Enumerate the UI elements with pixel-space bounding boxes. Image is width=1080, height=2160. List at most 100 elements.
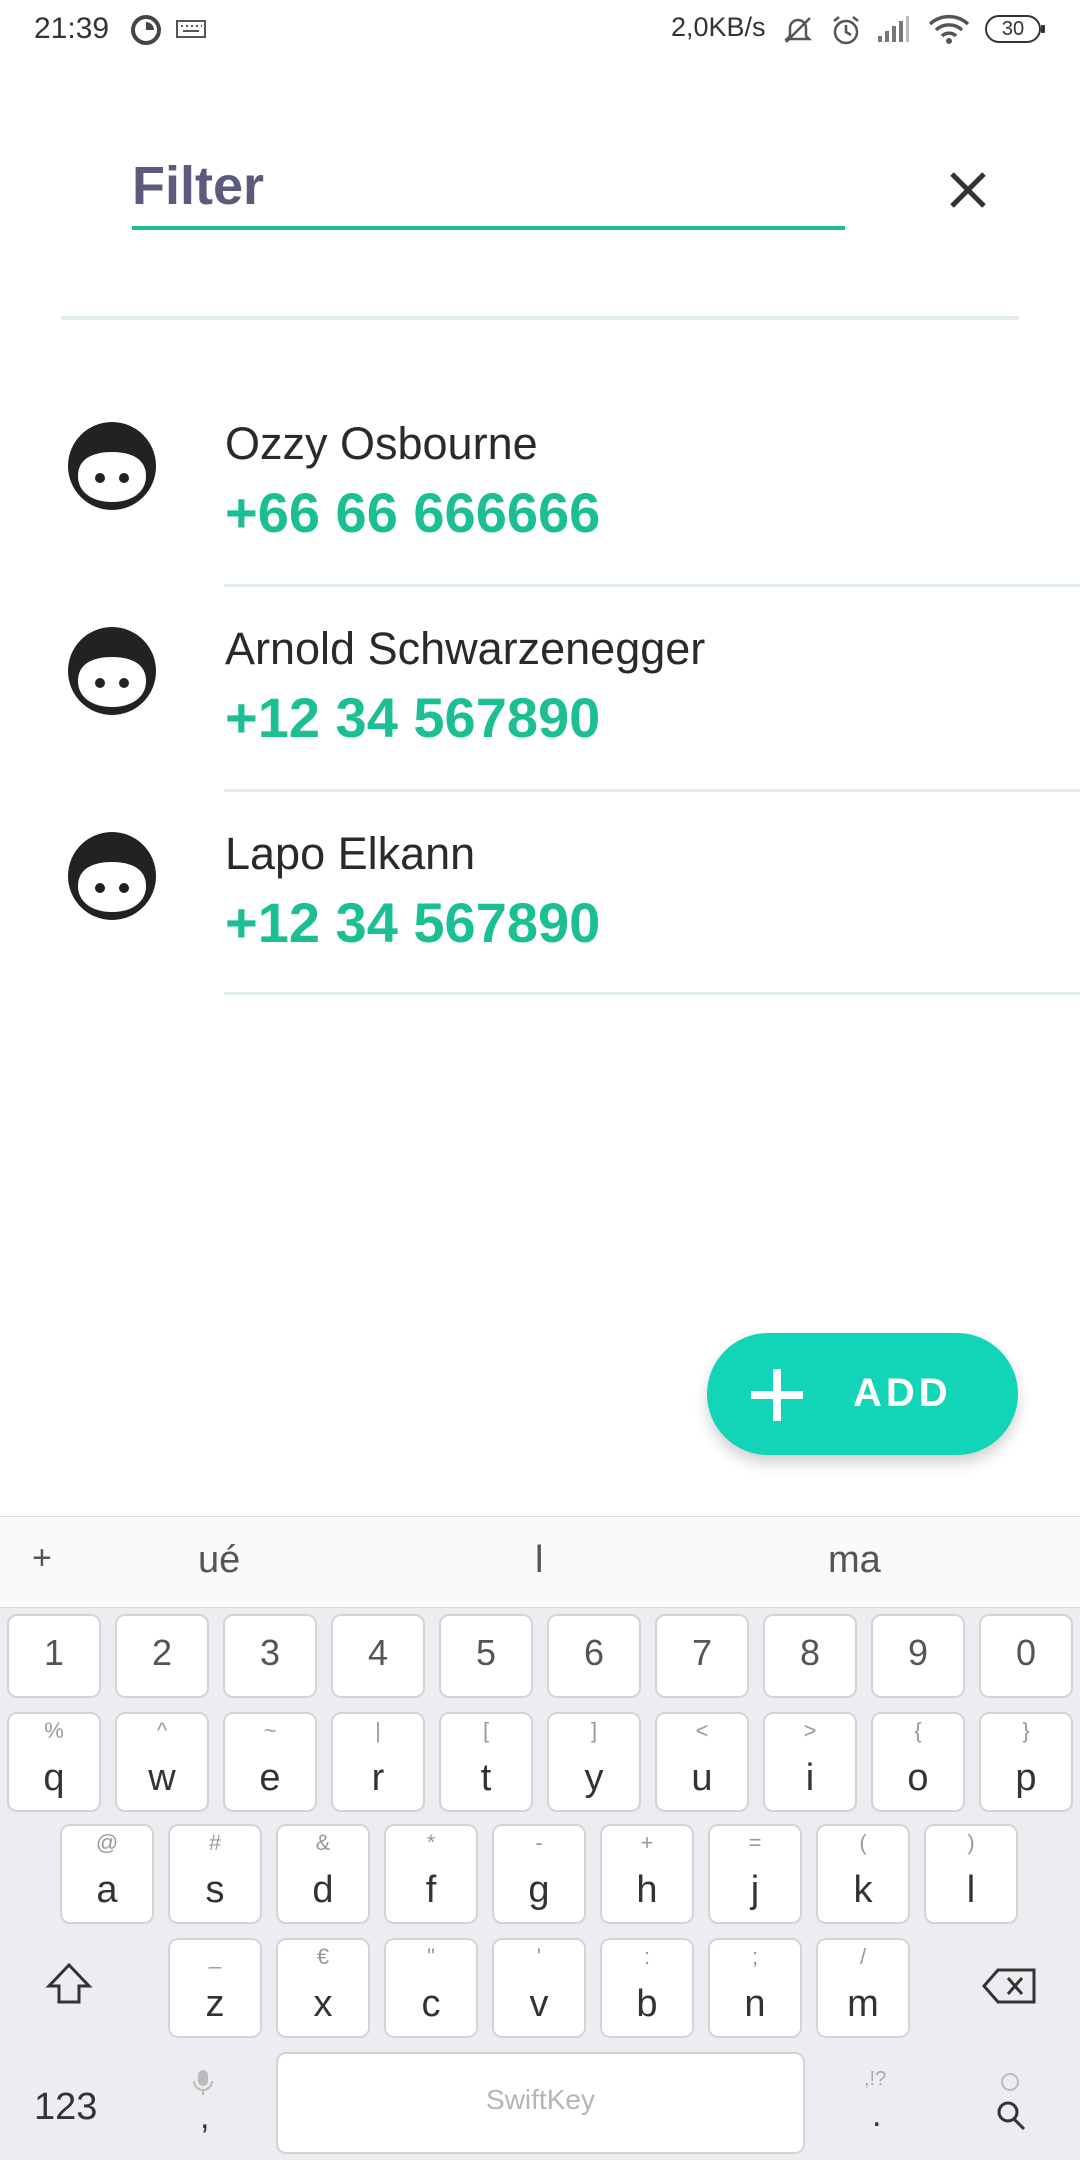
suggestion-item[interactable]: ué xyxy=(198,1539,240,1582)
notification-icon xyxy=(131,15,161,45)
suggestion-bar: + ué l ma xyxy=(0,1516,1080,1608)
key-label: m xyxy=(847,1983,879,2025)
add-button-label: ADD xyxy=(853,1371,952,1415)
key-letter[interactable]: [t xyxy=(439,1712,533,1812)
contact-name: Ozzy Osbourne xyxy=(225,418,538,469)
key-label: 6 xyxy=(583,1632,605,1673)
symbols-key[interactable]: 123 xyxy=(34,2086,97,2129)
key-letter[interactable]: -g xyxy=(492,1824,586,1924)
status-time: 21:39 xyxy=(34,12,110,45)
key-digit[interactable]: 4 xyxy=(331,1614,425,1698)
suggestion-expand[interactable]: + xyxy=(32,1539,52,1578)
key-letter[interactable]: € x xyxy=(276,1938,370,2038)
space-key[interactable]: SwiftKey xyxy=(276,2052,805,2154)
key-alt-label: | xyxy=(375,1718,381,1743)
key-alt-label: _ xyxy=(208,1944,222,1969)
key-label: f xyxy=(425,1869,437,1911)
key-letter[interactable]: _ z xyxy=(168,1938,262,2038)
key-letter[interactable]: / m xyxy=(816,1938,910,2038)
key-label: h xyxy=(636,1869,658,1911)
key-letter[interactable]: } p xyxy=(979,1712,1073,1812)
key-letter[interactable]: | r xyxy=(331,1712,425,1812)
contact-row[interactable]: Lapo Elkann +12 34 567890 xyxy=(0,790,1080,995)
key-letter[interactable]: # s xyxy=(168,1824,262,1924)
period-key[interactable]: ,!? . xyxy=(862,2068,902,2138)
key-letter[interactable]: ~ e xyxy=(223,1712,317,1812)
key-letter[interactable]: ; n xyxy=(708,1938,802,2038)
keyboard: + ué l ma 1234567890 % q ^ w ~ e | r[t] y < u > i{o}… xyxy=(0,1516,1080,2160)
key-letter[interactable]: ' v xyxy=(492,1938,586,2038)
key-digit[interactable]: 1 xyxy=(7,1614,101,1698)
contact-row[interactable]: Ozzy Osbourne +66 66 666666 xyxy=(0,380,1080,587)
key-letter[interactable]: < u xyxy=(655,1712,749,1812)
key-label: z xyxy=(205,1983,225,2025)
comma-key[interactable]: , xyxy=(188,2068,218,2138)
key-letter[interactable]: " c xyxy=(384,1938,478,2038)
avatar-face-icon xyxy=(68,832,156,920)
key-digit[interactable]: 8 xyxy=(763,1614,857,1698)
key-digit[interactable]: 6 xyxy=(547,1614,641,1698)
key-digit[interactable]: 2 xyxy=(115,1614,209,1698)
key-digit[interactable]: 5 xyxy=(439,1614,533,1698)
contact-name: Arnold Schwarzenegger xyxy=(225,623,706,674)
key-alt-label: # xyxy=(208,1830,222,1855)
key-label: 0 xyxy=(1015,1632,1037,1673)
key-alt-label: > xyxy=(803,1718,817,1743)
key-letter[interactable]: * f xyxy=(384,1824,478,1924)
key-letter[interactable]: {o xyxy=(871,1712,965,1812)
key-alt-label: + xyxy=(640,1830,654,1855)
key-letter[interactable]: ] y xyxy=(547,1712,641,1812)
row-separator xyxy=(224,992,1080,995)
key-letter[interactable]: :b xyxy=(600,1938,694,2038)
suggestion-item[interactable]: ma xyxy=(828,1539,881,1582)
key-label: y xyxy=(584,1757,604,1799)
key-alt-label: < xyxy=(695,1718,709,1743)
period-alt-label: ,!? xyxy=(864,2068,887,2090)
key-label: s xyxy=(205,1869,225,1911)
avatar-face-icon xyxy=(68,422,156,510)
key-alt-label: { xyxy=(914,1718,922,1743)
signal-icon xyxy=(878,16,909,42)
key-alt-label: ] xyxy=(590,1718,598,1743)
key-letter[interactable]: (k xyxy=(816,1824,910,1924)
contact-row[interactable]: Arnold Schwarzenegger +12 34 567890 xyxy=(0,585,1080,792)
key-alt-label: ^ xyxy=(156,1718,168,1743)
key-label: 4 xyxy=(367,1632,389,1673)
comma-label: , xyxy=(200,2098,210,2136)
key-label: x xyxy=(313,1983,333,2025)
key-alt-label: * xyxy=(426,1830,436,1855)
key-letter[interactable]: ^ w xyxy=(115,1712,209,1812)
key-digit[interactable]: 3 xyxy=(223,1614,317,1698)
key-label: d xyxy=(312,1869,334,1911)
status-bar: 21:39 2,0KB/s 30 xyxy=(0,0,1080,62)
key-alt-label: / xyxy=(859,1944,867,1969)
key-letter[interactable]: + h xyxy=(600,1824,694,1924)
key-alt-label: & xyxy=(315,1830,331,1855)
backspace-key-icon[interactable] xyxy=(982,1966,1038,2006)
key-label: t xyxy=(480,1757,492,1799)
key-label: 2 xyxy=(151,1632,173,1673)
key-digit[interactable]: 9 xyxy=(871,1614,965,1698)
key-letter[interactable]: @ a xyxy=(60,1824,154,1924)
key-letter[interactable]: % q xyxy=(7,1712,101,1812)
key-letter[interactable]: & d xyxy=(276,1824,370,1924)
key-label: i xyxy=(805,1757,815,1799)
key-letter[interactable]: ) l xyxy=(924,1824,1018,1924)
suggestion-item[interactable]: l xyxy=(535,1539,543,1582)
key-alt-label: ' xyxy=(536,1944,542,1969)
key-label: 1 xyxy=(43,1632,65,1673)
key-label: v xyxy=(529,1983,549,2025)
key-digit[interactable]: 0 xyxy=(979,1614,1073,1698)
search-key[interactable] xyxy=(990,2068,1030,2138)
key-letter[interactable]: = j xyxy=(708,1824,802,1924)
filter-input[interactable] xyxy=(132,146,845,230)
key-digit[interactable]: 7 xyxy=(655,1614,749,1698)
key-letter[interactable]: > i xyxy=(763,1712,857,1812)
shift-key-icon[interactable] xyxy=(44,1960,94,2010)
microphone-icon xyxy=(193,2070,213,2095)
add-contact-button[interactable]: ADD xyxy=(707,1333,1018,1455)
key-alt-label: = xyxy=(748,1830,762,1855)
key-label: 7 xyxy=(691,1632,713,1673)
avatar-face-icon xyxy=(68,627,156,715)
close-icon[interactable] xyxy=(938,160,998,220)
